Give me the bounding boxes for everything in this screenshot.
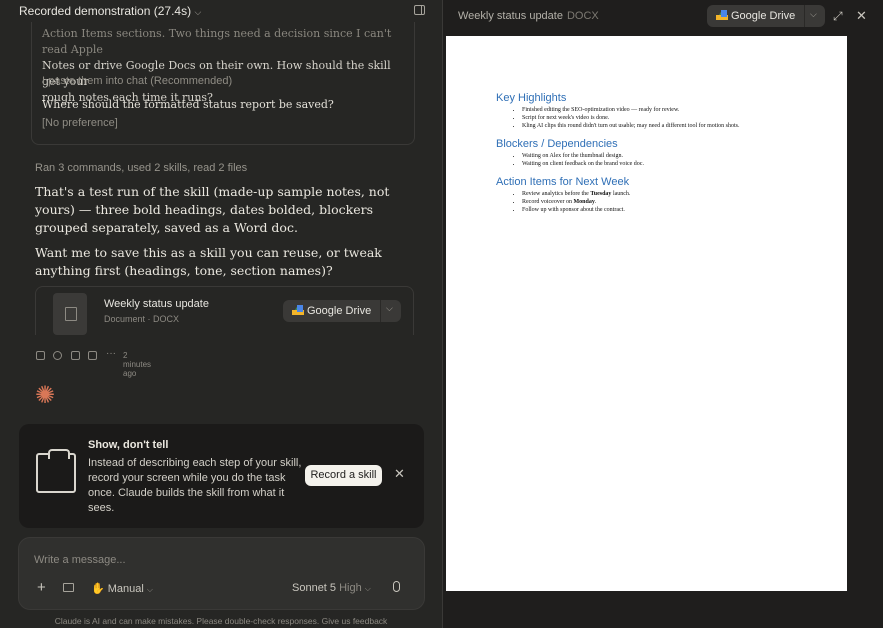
bold-date: Monday (573, 199, 595, 205)
answer-1: I paste them into chat (Recommended) (42, 75, 233, 87)
preview-title-text: Weekly status update (458, 10, 563, 22)
file-title: Weekly status update (104, 298, 209, 310)
bold-date: Tuesday (590, 191, 612, 197)
divider (804, 5, 805, 27)
heading-action-items: Action Items for Next Week (496, 176, 630, 188)
google-drive-label: Google Drive (731, 10, 796, 22)
record-skill-button[interactable]: Record a skill (305, 465, 382, 486)
message-input[interactable]: Write a message... (34, 554, 126, 566)
mode-label: Manual (107, 583, 144, 595)
speaker-icon[interactable] (53, 351, 62, 360)
google-drive-label: Google Drive (307, 305, 372, 317)
blockers-list: Waiting on Alex for the thumbnail design… (496, 152, 796, 168)
timestamp: 2 minutes ago (123, 351, 152, 378)
plus-icon[interactable]: + (37, 579, 46, 596)
question-1: Action Items sections. Two things need a… (42, 26, 402, 106)
assistant-paragraph: Want me to save this as a skill you can … (35, 245, 382, 278)
text-run: . (594, 199, 597, 205)
question-1-line: Action Items sections. Two things need a… (42, 27, 392, 56)
google-drive-icon (292, 305, 304, 315)
microphone-icon[interactable] (393, 581, 400, 592)
answer-2: [No preference] (42, 117, 118, 129)
top-bar: Recorded demonstration (27.4s) ⌵ (0, 0, 442, 22)
google-drive-icon (716, 10, 728, 20)
heading-key-highlights: Key Highlights (496, 92, 567, 104)
chevron-down-icon[interactable]: ⌵ (386, 303, 393, 314)
banner-title: Show, don't tell (88, 439, 169, 451)
record-screen-icon (36, 449, 76, 493)
question-2: Where should the formatted status report… (42, 98, 334, 111)
disclaimer: Claude is AI and can make mistakes. Plea… (54, 616, 388, 626)
chevron-down-icon: ⌵ (194, 7, 202, 17)
document-page: Key Highlights Finished editing the SEO-… (446, 36, 847, 591)
tool-summary[interactable]: Ran 3 commands, used 2 skills, read 2 fi… (35, 162, 247, 174)
folder-icon[interactable] (63, 583, 74, 592)
text-run: launch. (611, 191, 631, 197)
thumbs-up-icon[interactable] (71, 351, 80, 360)
text-run: Review analytics before the (522, 191, 591, 197)
record-skill-banner: Show, don't tell Instead of describing e… (19, 424, 424, 528)
thumbs-down-icon[interactable] (88, 351, 97, 360)
preview-type: DOCX (566, 10, 599, 22)
more-icon[interactable]: ··· (106, 348, 116, 359)
divider (380, 300, 381, 322)
list-item: Waiting on Alex for the thumbnail design… (522, 152, 796, 160)
message-composer[interactable]: Write a message... + ✋ Manual ⌵ Sonnet 5… (18, 537, 425, 610)
close-icon[interactable]: ✕ (856, 8, 867, 24)
close-icon[interactable]: ✕ (394, 466, 405, 482)
mode-selector[interactable]: ✋ Manual ⌵ (91, 582, 153, 595)
model-selector[interactable]: Sonnet 5 High ⌵ (292, 582, 371, 594)
google-drive-button[interactable]: Google Drive ⌵ (707, 5, 825, 27)
list-item: Finished editing the SEO-optimization vi… (522, 106, 796, 114)
text-run: Record voiceover on (522, 199, 574, 205)
effort-level: High (339, 582, 362, 594)
chevron-down-icon[interactable]: ⌵ (810, 9, 817, 20)
model-name: Sonnet 5 (292, 582, 337, 594)
sidebar-toggle-icon[interactable] (414, 5, 425, 15)
key-highlights-list: Finished editing the SEO-optimization vi… (496, 106, 796, 130)
document-icon (53, 293, 87, 335)
list-item: Waiting on client feedback on the brand … (522, 160, 796, 168)
list-item: Follow up with sponsor about the contrac… (522, 206, 796, 214)
google-drive-button[interactable]: Google Drive ⌵ (283, 300, 401, 322)
conversation-title-text: Recorded demonstration (27.4s) (19, 4, 192, 18)
file-card[interactable]: Weekly status update Document · DOCX Goo… (35, 286, 414, 335)
file-subtitle: Document · DOCX (104, 314, 180, 324)
preview-title: Weekly status update DOCX (458, 10, 599, 22)
list-item: Record voiceover on Monday. (522, 198, 796, 206)
chat-panel: Action Items sections. Two things need a… (0, 0, 442, 628)
preview-panel: Weekly status update DOCX Google Drive ⌵ … (442, 0, 883, 628)
conversation-title[interactable]: Recorded demonstration (27.4s) ⌵ (19, 4, 201, 18)
list-item: Script for next week's video is done. (522, 114, 796, 122)
document-content: Key Highlights Finished editing the SEO-… (496, 92, 796, 222)
heading-blockers: Blockers / Dependencies (496, 138, 618, 150)
list-item: Kling AI clips this round didn't turn ou… (522, 122, 796, 130)
action-items-list: Review analytics before the Tuesday laun… (496, 190, 796, 214)
copy-icon[interactable] (36, 351, 45, 360)
banner-body: Instead of describing each step of your … (88, 457, 302, 514)
assistant-paragraph: That's a test run of the skill (made-up … (35, 184, 390, 235)
expand-icon[interactable]: ⤢ (833, 9, 843, 24)
list-item: Review analytics before the Tuesday laun… (522, 190, 796, 198)
claude-spark-icon: ✺ (35, 382, 56, 409)
